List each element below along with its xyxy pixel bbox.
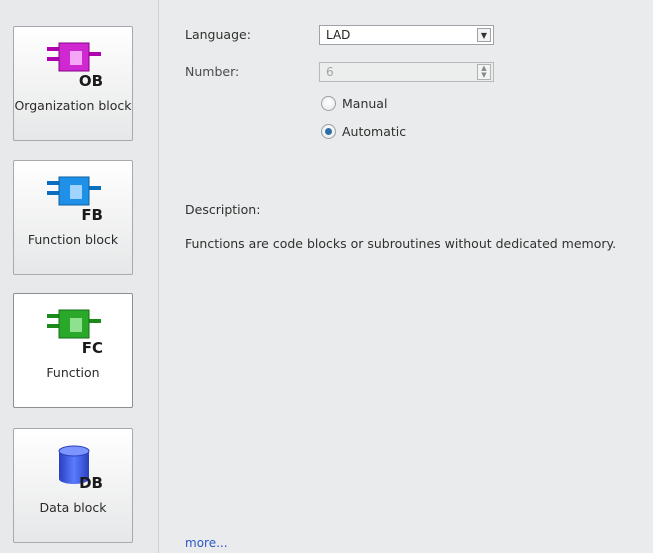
function-button[interactable]: FC Function <box>13 293 133 408</box>
block-type-sidebar: OB Organization block FB Function block … <box>0 0 159 553</box>
block-settings-panel: Language: LAD ▼ Number: 6 ▲ ▼ Manual Auto… <box>159 0 653 553</box>
function-block-label: Function block <box>27 232 119 247</box>
data-block-icon: DB <box>58 445 103 491</box>
fc-icon-text: FC <box>82 339 103 356</box>
organization-block-icon: OB <box>47 42 103 89</box>
db-icon-text: DB <box>79 474 103 491</box>
manual-radio-label: Manual <box>342 96 388 111</box>
number-spinbox[interactable]: 6 ▲ ▼ <box>319 62 494 82</box>
data-block-label: Data block <box>39 500 107 515</box>
ob-icon-text: OB <box>79 72 103 89</box>
number-value: 6 <box>326 65 334 79</box>
language-label: Language: <box>185 27 251 42</box>
function-label: Function <box>46 365 100 380</box>
fb-icon-text: FB <box>81 206 103 223</box>
more-link[interactable]: more... <box>185 536 228 550</box>
function-block-button[interactable]: FB Function block <box>13 160 133 275</box>
language-select[interactable]: LAD ▼ <box>319 25 494 45</box>
function-icon: FC <box>47 309 103 356</box>
language-value: LAD <box>326 28 351 42</box>
organization-block-button[interactable]: OB Organization block <box>13 26 133 141</box>
description-text: Functions are code blocks or subroutines… <box>185 236 617 251</box>
function-block-icon: FB <box>47 176 103 223</box>
organization-block-label: Organization block <box>14 98 132 113</box>
spin-arrows-icon[interactable]: ▲ ▼ <box>477 64 491 80</box>
description-label: Description: <box>185 202 261 217</box>
radio-unchecked-icon[interactable] <box>321 96 336 111</box>
radio-checked-icon[interactable] <box>321 124 336 139</box>
chevron-down-icon[interactable]: ▼ <box>477 28 491 42</box>
number-label: Number: <box>185 64 240 79</box>
automatic-radio-label: Automatic <box>342 124 407 139</box>
data-block-button[interactable]: DB Data block <box>13 428 133 543</box>
